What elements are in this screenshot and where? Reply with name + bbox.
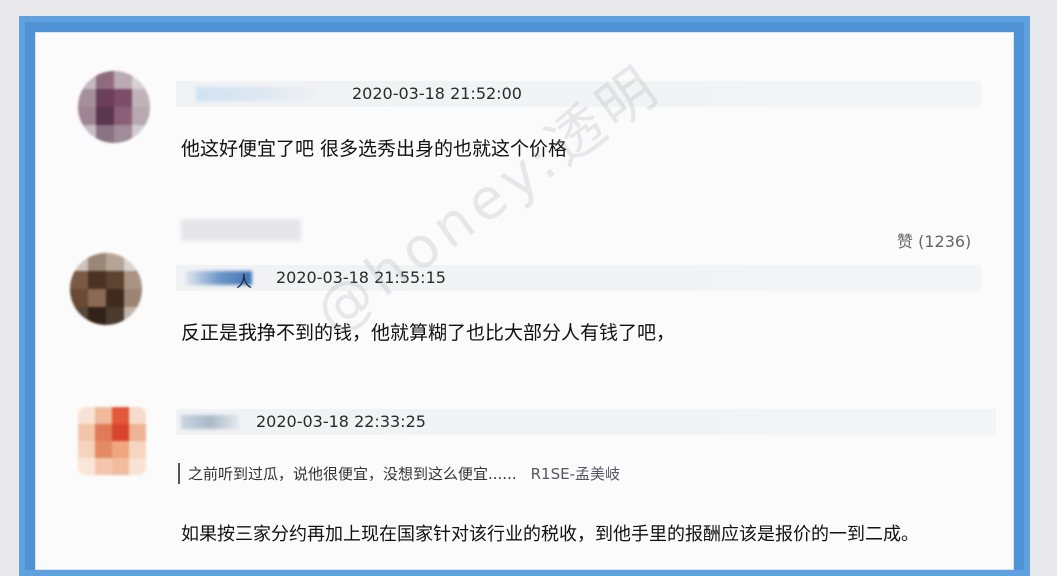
comment-meta: 人 2020-03-18 21:55:15 xyxy=(176,265,981,291)
comment-item: 2020-03-18 21:52:00 他这好便宜了吧 很多选秀出身的也就这个价… xyxy=(36,33,1013,203)
like-count[interactable]: 赞 (1236) xyxy=(897,228,971,252)
comment-timestamp: 2020-03-18 21:55:15 xyxy=(276,268,446,287)
comment-panel: 2020-03-18 21:52:00 他这好便宜了吧 很多选秀出身的也就这个价… xyxy=(35,32,1014,570)
comment-timestamp: 2020-03-18 21:52:00 xyxy=(352,84,522,103)
user-avatar[interactable] xyxy=(78,71,150,143)
username-suffix: 人 xyxy=(236,272,253,291)
quote-author[interactable]: R1SE-孟美岐 xyxy=(531,465,620,483)
quoted-reply[interactable]: 之前听到过瓜，说他很便宜，没想到这么便宜...... R1SE-孟美岐 xyxy=(178,463,620,484)
comment-item: 赞 (1236) 人 2020-03-18 21:55:15 反正是我挣不到的钱… xyxy=(36,203,1013,373)
comment-meta: 2020-03-18 21:52:00 xyxy=(176,81,981,107)
blurred-text xyxy=(181,219,301,241)
comment-item: 2020-03-18 22:33:25 之前听到过瓜，说他很便宜，没想到这么便宜… xyxy=(36,373,1013,573)
user-avatar[interactable] xyxy=(70,253,142,325)
comment-text: 反正是我挣不到的钱，他就算糊了也比大部分人有钱了吧， xyxy=(181,322,676,344)
comment-timestamp: 2020-03-18 22:33:25 xyxy=(256,412,426,431)
user-avatar[interactable] xyxy=(78,407,146,475)
username[interactable] xyxy=(181,415,239,429)
screenshot-frame: 2020-03-18 21:52:00 他这好便宜了吧 很多选秀出身的也就这个价… xyxy=(19,16,1030,576)
username[interactable] xyxy=(196,87,316,101)
quote-text: 之前听到过瓜，说他很便宜，没想到这么便宜...... xyxy=(188,465,517,483)
comment-text: 如果按三家分约再加上现在国家针对该行业的税收，到他手里的报酬应该是报价的一到二成… xyxy=(181,524,919,545)
comment-text: 他这好便宜了吧 很多选秀出身的也就这个价格 xyxy=(181,138,568,160)
comment-meta: 2020-03-18 22:33:25 xyxy=(176,409,996,435)
